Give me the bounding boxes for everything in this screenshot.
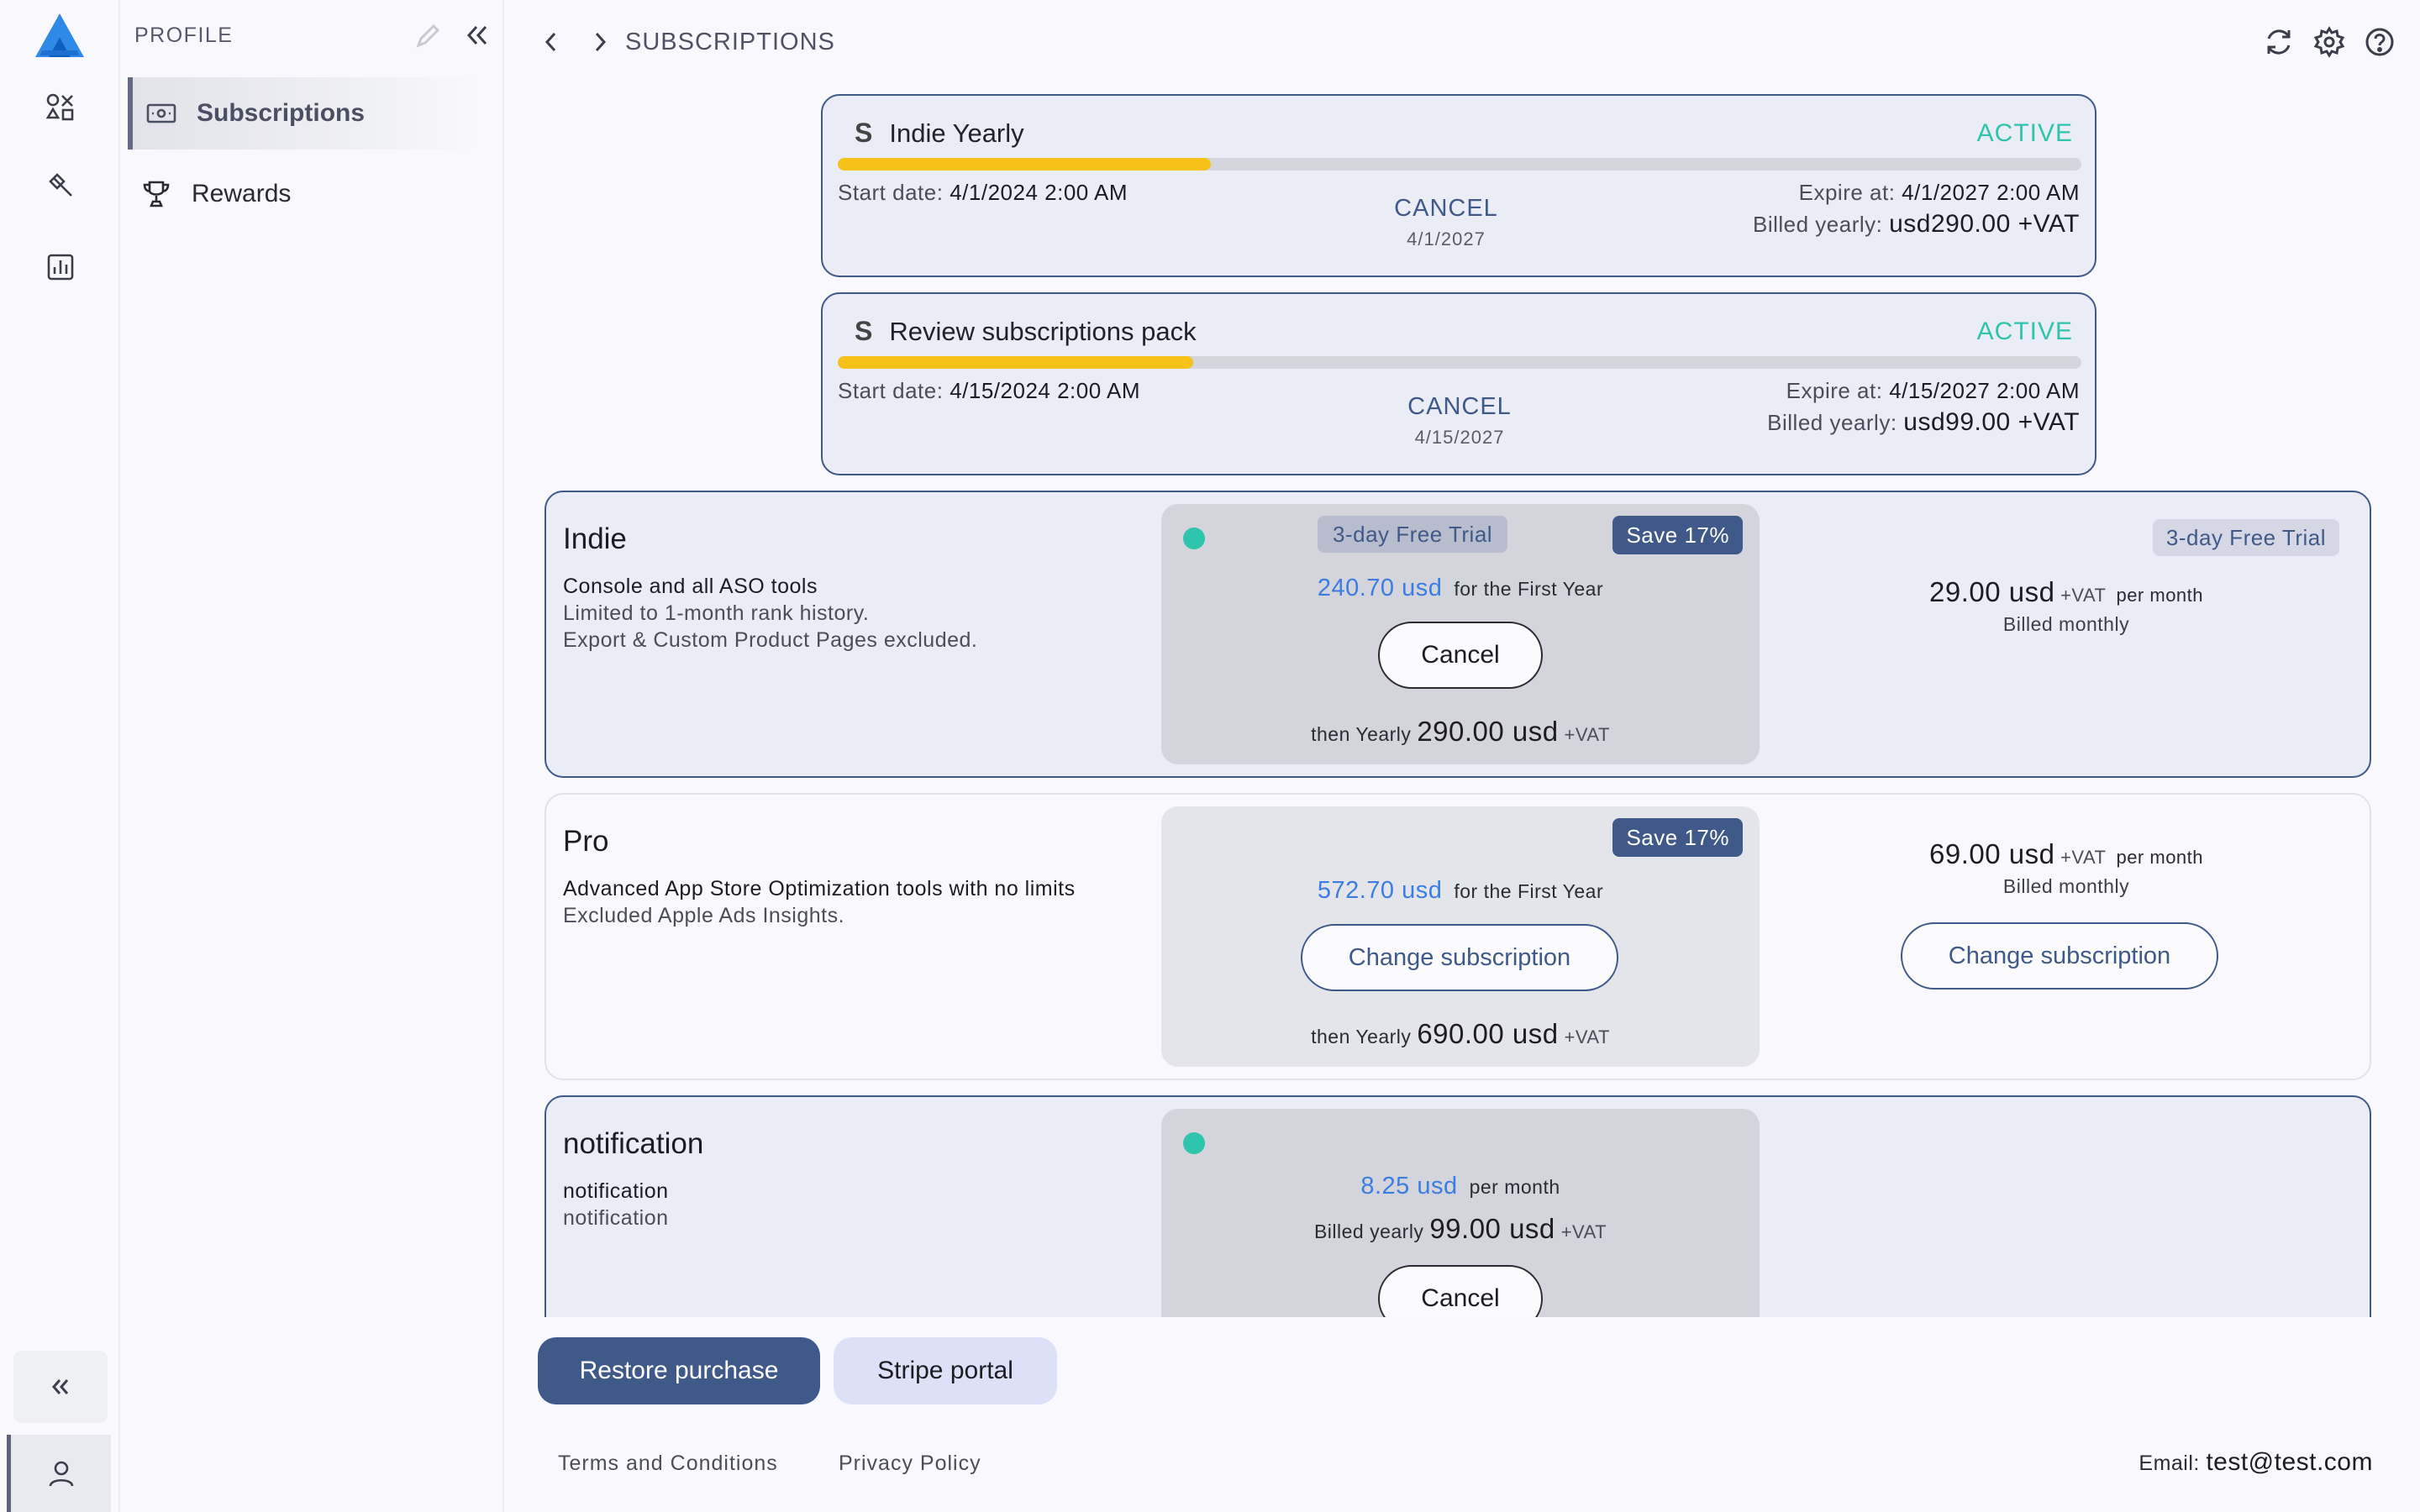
profile-sidebar: PROFILE Subscriptions Rewards — [121, 0, 504, 1512]
research-icon[interactable] — [42, 166, 79, 203]
double-chevron-left-icon — [52, 1379, 69, 1394]
start-date: Start date: 4/15/2024 2:00 AM — [838, 378, 1140, 403]
refresh-icon[interactable] — [2262, 25, 2296, 59]
billed-monthly: Billed monthly — [2002, 613, 2130, 635]
status-badge: ACTIVE — [1976, 318, 2073, 345]
subscriptions-scroll-area[interactable]: S Indie Yearly ACTIVE Start date: 4/1/20… — [506, 84, 2420, 1317]
trophy-icon — [143, 181, 170, 207]
free-trial-badge: 3-day Free Trial — [2152, 519, 2339, 556]
sidebar-item-subscriptions[interactable]: Subscriptions — [128, 77, 481, 150]
cancel-date: 4/15/2027 — [1414, 427, 1505, 448]
privacy-link[interactable]: Privacy Policy — [839, 1452, 981, 1476]
billed-yearly: Billed yearly: usd290.00 +VAT — [1752, 210, 2080, 238]
pencil-icon[interactable] — [413, 20, 444, 50]
cancel-subscription-link[interactable]: CANCEL — [1359, 393, 1560, 421]
back-chevron-icon[interactable] — [534, 25, 568, 59]
expire-date: Expire at: 4/15/2027 2:00 AM — [1786, 378, 2080, 403]
start-date: Start date: 4/1/2024 2:00 AM — [838, 180, 1128, 205]
subscription-progress-bar — [838, 356, 2081, 369]
double-chevron-left-icon[interactable] — [462, 20, 492, 50]
expire-date: Expire at: 4/1/2027 2:00 AM — [1798, 180, 2080, 205]
money-icon — [146, 103, 176, 123]
monthly-price: 69.00 usd +VAT per month — [1928, 838, 2204, 869]
subscription-name: Indie Yearly — [889, 118, 1024, 148]
active-subscription-card: S Indie Yearly ACTIVE Start date: 4/1/20… — [821, 94, 2096, 277]
plan-description: Console and all ASO tools — [563, 575, 818, 598]
plan-name: Indie — [563, 522, 627, 555]
support-email: Email: test@test.com — [2139, 1448, 2373, 1476]
yearly-renewal-price: then Yearly 690.00 usd +VAT — [1311, 1018, 1610, 1049]
save-badge: Save 17% — [1612, 516, 1743, 554]
sidebar-title: PROFILE — [134, 24, 234, 47]
subscription-progress-bar — [838, 158, 2081, 171]
forward-chevron-icon[interactable] — [583, 25, 617, 59]
terms-link[interactable]: Terms and Conditions — [558, 1452, 778, 1476]
app-logo-icon[interactable] — [34, 12, 86, 59]
plan-card-indie: Indie Console and all ASO tools Limited … — [544, 491, 2371, 778]
first-year-price: 240.70 usd for the First Year — [1317, 575, 1604, 601]
stripe-s-icon: S — [855, 118, 873, 148]
plan-card-notification: notification notification notification 8… — [544, 1095, 2371, 1317]
stripe-portal-button[interactable]: Stripe portal — [834, 1337, 1057, 1404]
cancel-button[interactable]: Cancel — [1378, 622, 1543, 689]
user-icon — [49, 1461, 73, 1487]
cancel-button[interactable]: Cancel — [1378, 1265, 1543, 1317]
free-trial-badge: 3-day Free Trial — [1318, 516, 1508, 553]
top-bar: SUBSCRIPTIONS — [506, 0, 2420, 84]
aso-tools-icon[interactable] — [42, 89, 79, 126]
plan-limitation: notification — [563, 1206, 669, 1230]
sidebar-item-rewards[interactable]: Rewards — [128, 158, 481, 230]
restore-purchase-button[interactable]: Restore purchase — [538, 1337, 820, 1404]
plan-limitation: Export & Custom Product Pages excluded. — [563, 628, 978, 652]
billed-monthly: Billed monthly — [2002, 875, 2130, 897]
active-subscription-card: S Review subscriptions pack ACTIVE Start… — [821, 292, 2096, 475]
cancel-date: 4/1/2027 — [1407, 228, 1486, 249]
change-subscription-button[interactable]: Change subscription — [1901, 922, 2218, 990]
gear-icon[interactable] — [2312, 25, 2346, 59]
plan-name: Pro — [563, 825, 609, 858]
billed-yearly: Billed yearly: usd99.00 +VAT — [1767, 408, 2080, 436]
plan-limitation: Limited to 1-month rank history. — [563, 601, 870, 625]
yearly-renewal-price: then Yearly 290.00 usd +VAT — [1311, 716, 1610, 747]
help-icon[interactable] — [2363, 25, 2396, 59]
plan-limitation: Excluded Apple Ads Insights. — [563, 904, 845, 927]
billed-yearly: Billed yearly 99.00 usd +VAT — [1313, 1213, 1607, 1244]
yearly-option-panel: 3-day Free Trial Save 17% 240.70 usd for … — [1161, 504, 1760, 764]
plan-description: notification — [563, 1179, 669, 1203]
yearly-option-panel: Save 17% 572.70 usd for the First Year Ch… — [1161, 806, 1760, 1067]
change-subscription-button[interactable]: Change subscription — [1301, 924, 1618, 991]
plan-name: notification — [563, 1127, 704, 1160]
monthly-equivalent-price: 8.25 usd per month — [1360, 1173, 1560, 1200]
save-badge: Save 17% — [1612, 818, 1743, 857]
icon-rail — [0, 0, 120, 1512]
analytics-icon[interactable] — [42, 249, 79, 286]
cancel-subscription-link[interactable]: CANCEL — [1345, 195, 1547, 223]
first-year-price: 572.70 usd for the First Year — [1317, 877, 1604, 904]
stripe-s-icon: S — [855, 316, 873, 346]
sidebar-item-label: Subscriptions — [197, 99, 366, 127]
monthly-price: 29.00 usd +VAT per month — [1928, 576, 2204, 607]
status-badge: ACTIVE — [1976, 119, 2073, 147]
selected-dot-icon — [1183, 1132, 1205, 1154]
plan-description: Advanced App Store Optimization tools wi… — [563, 877, 1076, 900]
breadcrumb: SUBSCRIPTIONS — [625, 29, 835, 55]
yearly-option-panel: 8.25 usd per month Billed yearly 99.00 us… — [1161, 1109, 1760, 1317]
plan-card-pro: Pro Advanced App Store Optimization tool… — [544, 793, 2371, 1080]
profile-button[interactable] — [7, 1435, 111, 1512]
sidebar-item-label: Rewards — [192, 180, 292, 207]
selected-dot-icon — [1183, 528, 1205, 549]
rail-collapse-button[interactable] — [13, 1351, 108, 1423]
subscription-name: Review subscriptions pack — [889, 316, 1197, 346]
